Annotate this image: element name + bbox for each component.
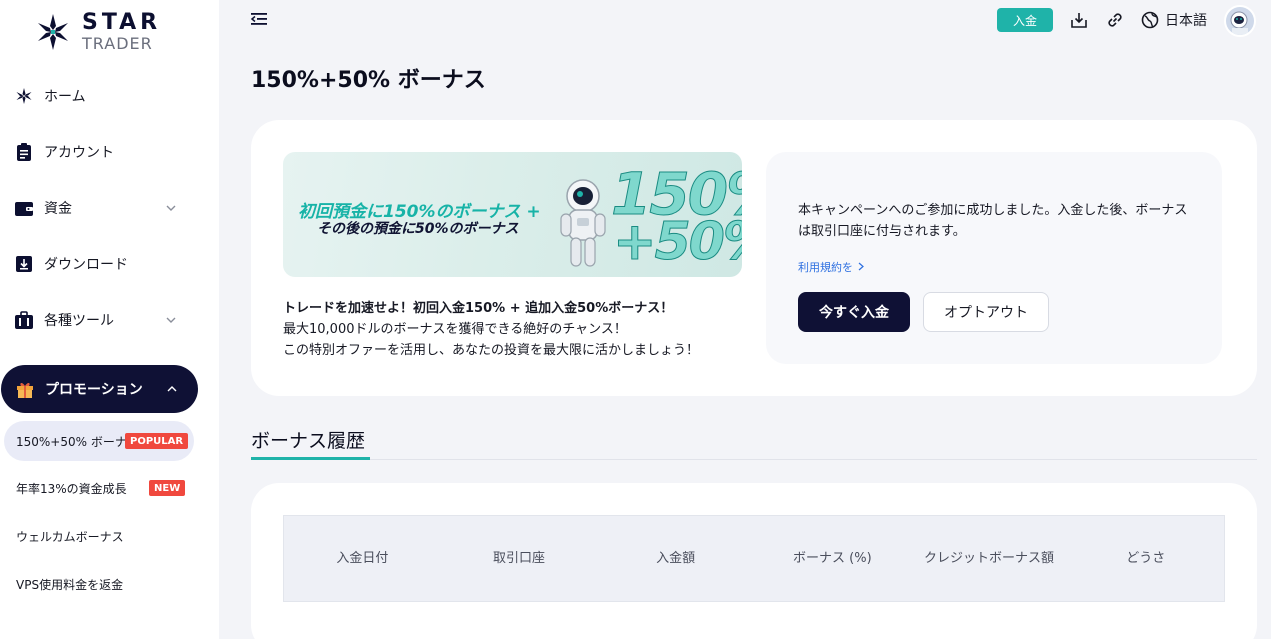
home-star-icon [14,86,34,106]
active-tab-underline [251,457,370,460]
sidebar-item-label: ホーム [44,89,86,105]
chevron-down-icon [166,205,176,211]
bonus-banner-image: 初回預金に150%のボーナス + その後の預金に50%のボーナス 150% +5… [283,152,742,277]
logo-word-trader: TRADER [82,34,153,53]
page-title: 150%+50% ボーナス [251,68,486,93]
participation-info-box: 本キャンペーンへのご参加に成功しました。入金した後、ボーナスは取引口座に付与され… [766,152,1222,364]
banner-line2: その後の預金に50%のボーナス [317,221,519,237]
sidebar-subitem-label: VPS使用料金を返金 [16,577,124,592]
download-tray-icon[interactable] [1069,10,1089,30]
sidebar-item-label: 資金 [44,201,72,217]
deposit-now-button[interactable]: 今すぐ入金 [798,292,910,332]
sidebar-subitem-welcome-bonus[interactable]: ウェルカムボーナス [4,516,194,556]
link-icon[interactable] [1105,10,1125,30]
new-badge: NEW [149,480,186,496]
sidebar-subitem-150-50-bonus[interactable]: 150%+50% ボーナス POPULAR [4,421,194,461]
language-selector[interactable]: 日本語 [1141,9,1207,31]
description-headline: トレードを加速せよ！初回入金150% + 追加入金50%ボーナス！ [283,301,674,316]
column-header-action[interactable]: どうさ [1067,516,1224,601]
toolbox-icon [14,310,34,330]
chevron-up-icon [167,386,177,392]
participation-message: 本キャンペーンへのご参加に成功しました。入金した後、ボーナスは取引口座に付与され… [798,203,1188,239]
column-header-deposit-amount[interactable]: 入金額 [597,516,754,601]
column-header-credit-bonus-amount[interactable]: クレジットボーナス額 [911,516,1068,601]
sidebar-item-download[interactable]: ダウンロード [0,244,200,284]
table-header-row: 入金日付 取引口座 入金額 ボーナス (%) クレジットボーナス額 どうさ [283,515,1225,602]
sidebar-item-funds[interactable]: 資金 [0,188,200,228]
star-logo-icon [38,14,68,50]
popular-badge: POPULAR [125,433,189,449]
sidebar-subitem-label: ウェルカムボーナス [16,529,124,544]
globe-icon [1141,11,1159,29]
language-label: 日本語 [1165,13,1207,29]
logo-word-star: STAR [82,10,162,35]
sidebar-item-label: アカウント [44,145,114,161]
description-line: 最大10,000ドルのボーナスを獲得できる絶好のチャンス！ [283,322,627,337]
menu-toggle-icon[interactable] [250,10,268,28]
sidebar-item-label: プロモーション [45,382,143,398]
terms-link-label: 利用規約を [798,261,853,274]
sidebar-subitem-label: 150%+50% ボーナス [16,434,139,449]
divider [370,459,1257,460]
sidebar-item-tools[interactable]: 各種ツール [0,300,200,340]
chevron-down-icon [166,317,176,323]
column-header-bonus-percent[interactable]: ボーナス (%) [754,516,911,601]
bonus-history-table-card: 入金日付 取引口座 入金額 ボーナス (%) クレジットボーナス額 どうさ [251,483,1257,639]
column-header-deposit-date[interactable]: 入金日付 [284,516,441,601]
astronaut-avatar-icon [1226,7,1254,35]
sidebar-item-account[interactable]: アカウント [0,132,200,172]
bonus-campaign-card: 初回預金に150%のボーナス + その後の預金に50%のボーナス 150% +5… [251,120,1257,396]
bonus-description: トレードを加速せよ！初回入金150% + 追加入金50%ボーナス！ 最大10,0… [283,298,699,361]
sidebar-subitem-label: 年率13%の資金成長 [16,481,127,496]
user-avatar[interactable] [1224,5,1256,37]
sidebar-subitem-annual-growth[interactable]: 年率13%の資金成長 NEW [4,468,194,508]
wallet-icon [14,198,34,218]
download-icon [14,254,34,274]
sidebar-subitem-vps-refund[interactable]: VPS使用料金を返金 [4,564,194,604]
gift-icon [15,379,35,399]
astronaut-icon [560,179,606,267]
account-clipboard-icon [14,142,34,162]
opt-out-button[interactable]: オプトアウト [923,292,1049,332]
banner-plus-50-percent: +50% [612,212,742,273]
description-line: この特別オファーを活用し、あなたの投資を最大限に活かしましょう！ [283,343,700,358]
sidebar-item-home[interactable]: ホーム [0,76,200,116]
bonus-history-tab[interactable]: ボーナス履歴 [251,426,365,453]
sidebar: STAR TRADER ホーム アカウント 資金 ダウンロード 各種ツール プロ… [0,0,219,639]
sidebar-item-label: 各種ツール [44,313,114,329]
deposit-button[interactable]: 入金 [997,8,1053,32]
sidebar-item-label: ダウンロード [44,257,128,273]
column-header-trading-account[interactable]: 取引口座 [441,516,598,601]
star-trader-logo[interactable]: STAR TRADER [36,10,176,54]
chevron-right-icon [858,262,864,271]
sidebar-item-promotion[interactable]: プロモーション [1,365,198,413]
terms-link[interactable]: 利用規約を [798,259,865,275]
